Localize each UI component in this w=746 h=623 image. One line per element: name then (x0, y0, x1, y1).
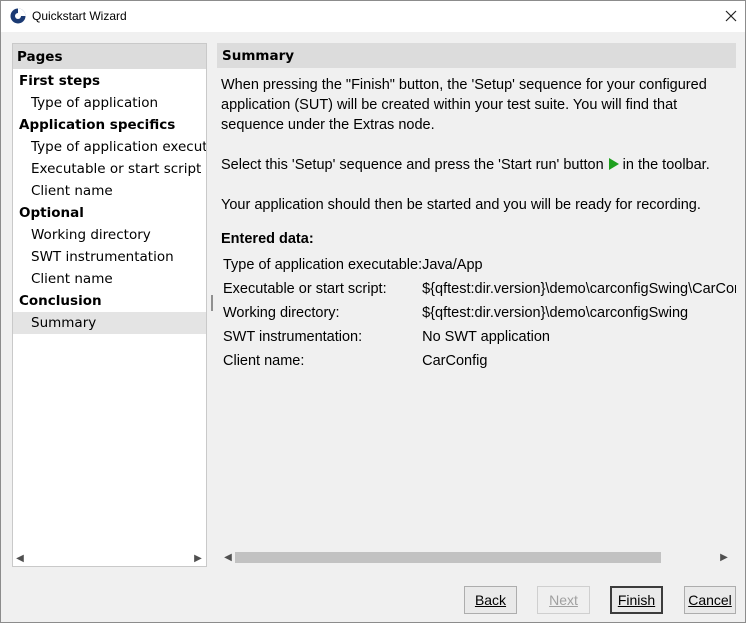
pages-category[interactable]: Application specifics (13, 114, 206, 136)
window-title: Quickstart Wizard (32, 9, 127, 23)
summary-panel: Summary When pressing the "Finish" butto… (217, 43, 736, 567)
entered-data-row: SWT instrumentation: No SWT application (223, 325, 736, 349)
title-bar: Quickstart Wizard (1, 1, 745, 32)
entered-data-key: Type of application executable: (223, 257, 423, 273)
finish-explanation: When pressing the "Finish" button, the '… (221, 75, 736, 135)
cancel-button[interactable]: Cancel (684, 586, 736, 614)
entered-data-key: Working directory: (223, 305, 340, 321)
summary-content: When pressing the "Finish" button, the '… (221, 75, 736, 373)
entered-data-table: Type of application executable: Java/App E… (223, 253, 736, 373)
pages-item[interactable]: SWT instrumentation (13, 246, 206, 268)
entered-data-title: Entered data: (221, 231, 314, 247)
pages-panel: Pages First steps Type of application Appl… (12, 43, 207, 567)
close-icon[interactable] (719, 5, 743, 27)
pages-horizontal-scrollbar[interactable]: ◀ ▶ (13, 551, 206, 566)
pages-item[interactable]: Type of application executable (13, 136, 206, 158)
pages-item[interactable]: Working directory (13, 224, 206, 246)
scroll-left-arrow-icon[interactable]: ◀ (221, 550, 235, 565)
app-logo-icon (10, 8, 26, 24)
play-icon (608, 158, 619, 170)
pages-item[interactable]: Executable or start script (13, 158, 206, 180)
scroll-right-arrow-icon[interactable]: ▶ (191, 551, 205, 566)
entered-data-row: Executable or start script: ${qftest:dir.… (223, 277, 736, 301)
entered-data-row: Client name: CarConfig (223, 349, 736, 373)
pages-category[interactable]: First steps (13, 70, 206, 92)
entered-data-key: Executable or start script: (223, 281, 387, 297)
entered-data-row: Working directory: ${qftest:dir.version}\… (223, 301, 736, 325)
pages-item[interactable]: Type of application (13, 92, 206, 114)
entered-data-value: No SWT application (422, 329, 550, 345)
pages-category[interactable]: Optional (13, 202, 206, 224)
entered-data-key: Client name: (223, 353, 305, 369)
next-button[interactable]: Next (537, 586, 590, 614)
pages-category[interactable]: Conclusion (13, 290, 206, 312)
pages-item[interactable]: Client name (13, 268, 206, 290)
scroll-left-arrow-icon[interactable]: ◀ (13, 551, 27, 566)
ready-text: Your application should then be started … (221, 197, 701, 213)
start-run-text-after: in the toolbar. (622, 157, 710, 173)
scrollbar-thumb[interactable] (235, 552, 661, 563)
entered-data-key: SWT instrumentation: (223, 329, 363, 345)
entered-data-value: ${qftest:dir.version}\demo\carconfigSwin… (422, 305, 689, 321)
finish-explanation-line: sequence under the Extras node. (221, 117, 435, 133)
back-button[interactable]: Back (464, 586, 517, 614)
pages-item[interactable]: Client name (13, 180, 206, 202)
entered-data-value: CarConfig (422, 353, 488, 369)
wizard-window: Quickstart Wizard Pages First steps Type … (0, 0, 746, 623)
finish-explanation-line: When pressing the "Finish" button, the '… (221, 77, 707, 93)
entered-data-value: Java/App (422, 257, 483, 273)
entered-data-row: Type of application executable: Java/App (223, 253, 736, 277)
finish-explanation-line: application (SUT) will be created within… (221, 97, 678, 113)
summary-header: Summary (217, 43, 736, 68)
start-run-text-before: Select this 'Setup' sequence and press t… (221, 157, 604, 173)
summary-horizontal-scrollbar[interactable]: ◀ ▶ (217, 550, 736, 565)
panel-splitter-handle[interactable] (211, 295, 213, 311)
pages-list: First steps Type of application Applicatio… (13, 70, 206, 334)
scroll-right-arrow-icon[interactable]: ▶ (717, 550, 731, 565)
finish-button[interactable]: Finish (610, 586, 663, 614)
start-run-instruction: Select this 'Setup' sequence and press t… (221, 155, 736, 175)
pages-header: Pages (13, 44, 206, 69)
entered-data-value: ${qftest:dir.version}\demo\carconfigSwin… (422, 281, 736, 297)
pages-item[interactable]: Summary (13, 312, 206, 334)
